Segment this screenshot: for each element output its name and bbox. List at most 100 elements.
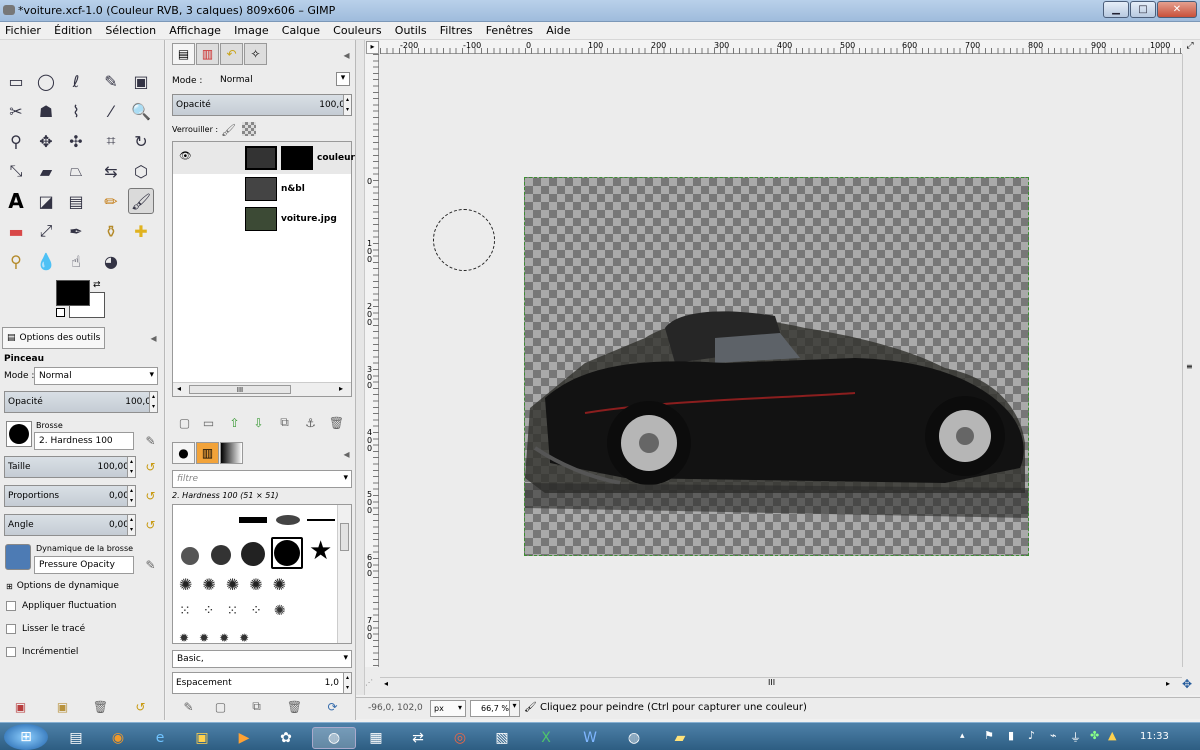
- clone-tool[interactable]: ⚱: [98, 218, 124, 244]
- foreground-select-tool[interactable]: ☗: [33, 98, 59, 124]
- brush-hardness-100-icon[interactable]: [271, 537, 303, 569]
- edit-brush-icon[interactable]: ✎: [142, 432, 159, 449]
- dynamics-icon[interactable]: [5, 544, 31, 570]
- scroll-left-icon[interactable]: ◂: [177, 384, 181, 393]
- maximize-button[interactable]: □: [1130, 1, 1156, 18]
- default-colors-icon[interactable]: [56, 308, 65, 317]
- lower-layer-icon[interactable]: ⇩: [250, 414, 267, 431]
- menu-edition[interactable]: Édition: [49, 22, 97, 39]
- brush-fuzzy-1-icon[interactable]: [181, 547, 199, 565]
- brush-texture-row[interactable]: ✹✹✹✹: [179, 631, 339, 643]
- tab-patterns[interactable]: ▥: [196, 442, 219, 464]
- menu-fichier[interactable]: Fichier: [0, 22, 46, 39]
- brush-name-field[interactable]: 2. Hardness 100: [34, 432, 134, 450]
- taskbar-paint-icon[interactable]: ✿: [266, 727, 306, 749]
- brushes-menu-icon[interactable]: ◂: [338, 445, 355, 462]
- opacity-slider[interactable]: Opacité 100,0 ▴ ▾: [4, 391, 158, 413]
- color-select-tool[interactable]: ▣: [128, 68, 154, 94]
- layers-hscroll[interactable]: ◂ III ▸: [173, 382, 351, 396]
- incremental-checkbox[interactable]: Incrémentiel: [6, 647, 78, 657]
- save-options-icon[interactable]: ▣: [12, 698, 29, 715]
- tray-drive-icon[interactable]: ▲: [1108, 729, 1116, 742]
- ellipse-select-tool[interactable]: ◯: [33, 68, 59, 94]
- brush-fuzzy-2-icon[interactable]: [211, 545, 231, 565]
- new-layer-icon[interactable]: ▢: [176, 414, 193, 431]
- cage-tool[interactable]: ⬡: [128, 158, 154, 184]
- heal-tool[interactable]: ✚: [128, 218, 154, 244]
- taskbar-media-icon[interactable]: ▶: [224, 727, 264, 749]
- menu-couleurs[interactable]: Couleurs: [328, 22, 386, 39]
- tray-network-icon[interactable]: ▮: [1008, 729, 1014, 742]
- spacing-slider[interactable]: Espacement 1,0 ▴ ▾: [172, 672, 352, 694]
- taskbar-gimp-icon[interactable]: ◍: [614, 727, 654, 749]
- taskbar-word-icon[interactable]: W: [570, 727, 610, 749]
- reset-options-icon[interactable]: ↺: [132, 698, 149, 715]
- zoom-tool[interactable]: 🔍: [128, 98, 154, 124]
- perspective-tool[interactable]: ⏢: [63, 158, 89, 184]
- pencil-tool[interactable]: ✏: [98, 188, 124, 214]
- edit-dynamics-icon[interactable]: ✎: [142, 556, 159, 573]
- brush-scatter-row[interactable]: ⁙⁘⁙⁘✺: [179, 603, 339, 627]
- fuzzy-select-tool[interactable]: ✎: [98, 68, 124, 94]
- measure-tool[interactable]: ⚲: [3, 128, 29, 154]
- minimize-button[interactable]: ▁: [1103, 1, 1129, 18]
- bucket-fill-tool[interactable]: ◪: [33, 188, 59, 214]
- menu-filtres[interactable]: Filtres: [435, 22, 478, 39]
- delete-options-icon[interactable]: 🗑: [92, 698, 109, 715]
- anchor-layer-icon[interactable]: ⚓: [302, 414, 319, 431]
- navigate-icon[interactable]: ✥: [1182, 677, 1192, 691]
- foreground-color-swatch[interactable]: [56, 280, 90, 306]
- delete-brush-icon[interactable]: 🗑: [286, 698, 303, 715]
- duplicate-brush-icon[interactable]: ⧉: [248, 698, 265, 715]
- ink-tool[interactable]: ✒: [63, 218, 89, 244]
- lock-pixels-icon[interactable]: 🖌: [220, 121, 237, 138]
- perspective-clone-tool[interactable]: ⚲: [3, 248, 29, 274]
- paths-tool[interactable]: ⌇: [63, 98, 89, 124]
- tab-layers[interactable]: ▤: [172, 43, 195, 65]
- menu-calque[interactable]: Calque: [277, 22, 325, 39]
- tool-options-tab[interactable]: ▤ Options des outils: [2, 327, 105, 349]
- taskbar-excel-icon[interactable]: X: [526, 727, 566, 749]
- dynamics-options-expander[interactable]: ⊞ Options de dynamique: [6, 581, 119, 591]
- paintbrush-tool[interactable]: 🖌: [128, 188, 154, 214]
- brush-line-icon[interactable]: [239, 517, 267, 523]
- crop-tool[interactable]: ⌗: [98, 128, 124, 154]
- edit-brush-icon[interactable]: ✎: [180, 698, 197, 715]
- menu-affichage[interactable]: Affichage: [164, 22, 226, 39]
- apply-jitter-checkbox[interactable]: Appliquer fluctuation: [6, 601, 116, 611]
- vertical-scrollbar[interactable]: ≡: [1182, 54, 1198, 667]
- scissors-tool[interactable]: ✂: [3, 98, 29, 124]
- tray-show-hidden-icon[interactable]: ▴: [960, 731, 965, 741]
- text-tool[interactable]: A: [3, 188, 29, 214]
- tray-usb-icon[interactable]: ⏚: [1070, 729, 1081, 745]
- tray-volume-icon[interactable]: ♪: [1028, 729, 1035, 742]
- new-brush-icon[interactable]: ▢: [212, 698, 229, 715]
- taskbar-gimp-active-icon[interactable]: ◍: [312, 727, 356, 749]
- swap-colors-icon[interactable]: ⇄: [93, 280, 101, 290]
- brush-preview[interactable]: [6, 421, 32, 447]
- tab-brushes[interactable]: ●: [172, 442, 195, 464]
- layer-row-couleur[interactable]: 👁 couleur: [173, 142, 355, 174]
- zoom-select[interactable]: 66,7 % ▾: [470, 700, 520, 717]
- ratio-slider[interactable]: Proportions 0,00 ▴ ▾: [4, 485, 136, 507]
- move-tool[interactable]: ✥: [33, 128, 59, 154]
- horizontal-scrollbar[interactable]: ◂ III ▸: [380, 677, 1182, 691]
- brush-fuzzy-3-icon[interactable]: [241, 542, 265, 566]
- brush-splatter-row[interactable]: ✺✺✺✺✺: [179, 575, 339, 599]
- brush-star-icon[interactable]: ★: [309, 538, 332, 564]
- close-button[interactable]: ✕: [1157, 1, 1197, 18]
- zoom-image-when-window-resized-icon[interactable]: ⤢: [1183, 41, 1197, 54]
- start-button[interactable]: ⊞: [4, 724, 48, 750]
- tab-undo[interactable]: ✧: [244, 43, 267, 65]
- reset-ratio-icon[interactable]: ↺: [142, 487, 159, 504]
- brush-filter-input[interactable]: filtre ▾: [172, 470, 352, 488]
- reset-size-icon[interactable]: ↺: [142, 458, 159, 475]
- flip-tool[interactable]: ⇆: [98, 158, 124, 184]
- tab-paths[interactable]: ↶: [220, 43, 243, 65]
- hscroll-thumb[interactable]: III: [768, 678, 775, 687]
- angle-slider[interactable]: Angle 0,00 ▴ ▾: [4, 514, 136, 536]
- taskbar-sync-icon[interactable]: ⇄: [398, 727, 438, 749]
- tray-flag-icon[interactable]: ⚑: [984, 729, 994, 742]
- tab-channels[interactable]: ▥: [196, 43, 219, 65]
- menu-aide[interactable]: Aide: [541, 22, 575, 39]
